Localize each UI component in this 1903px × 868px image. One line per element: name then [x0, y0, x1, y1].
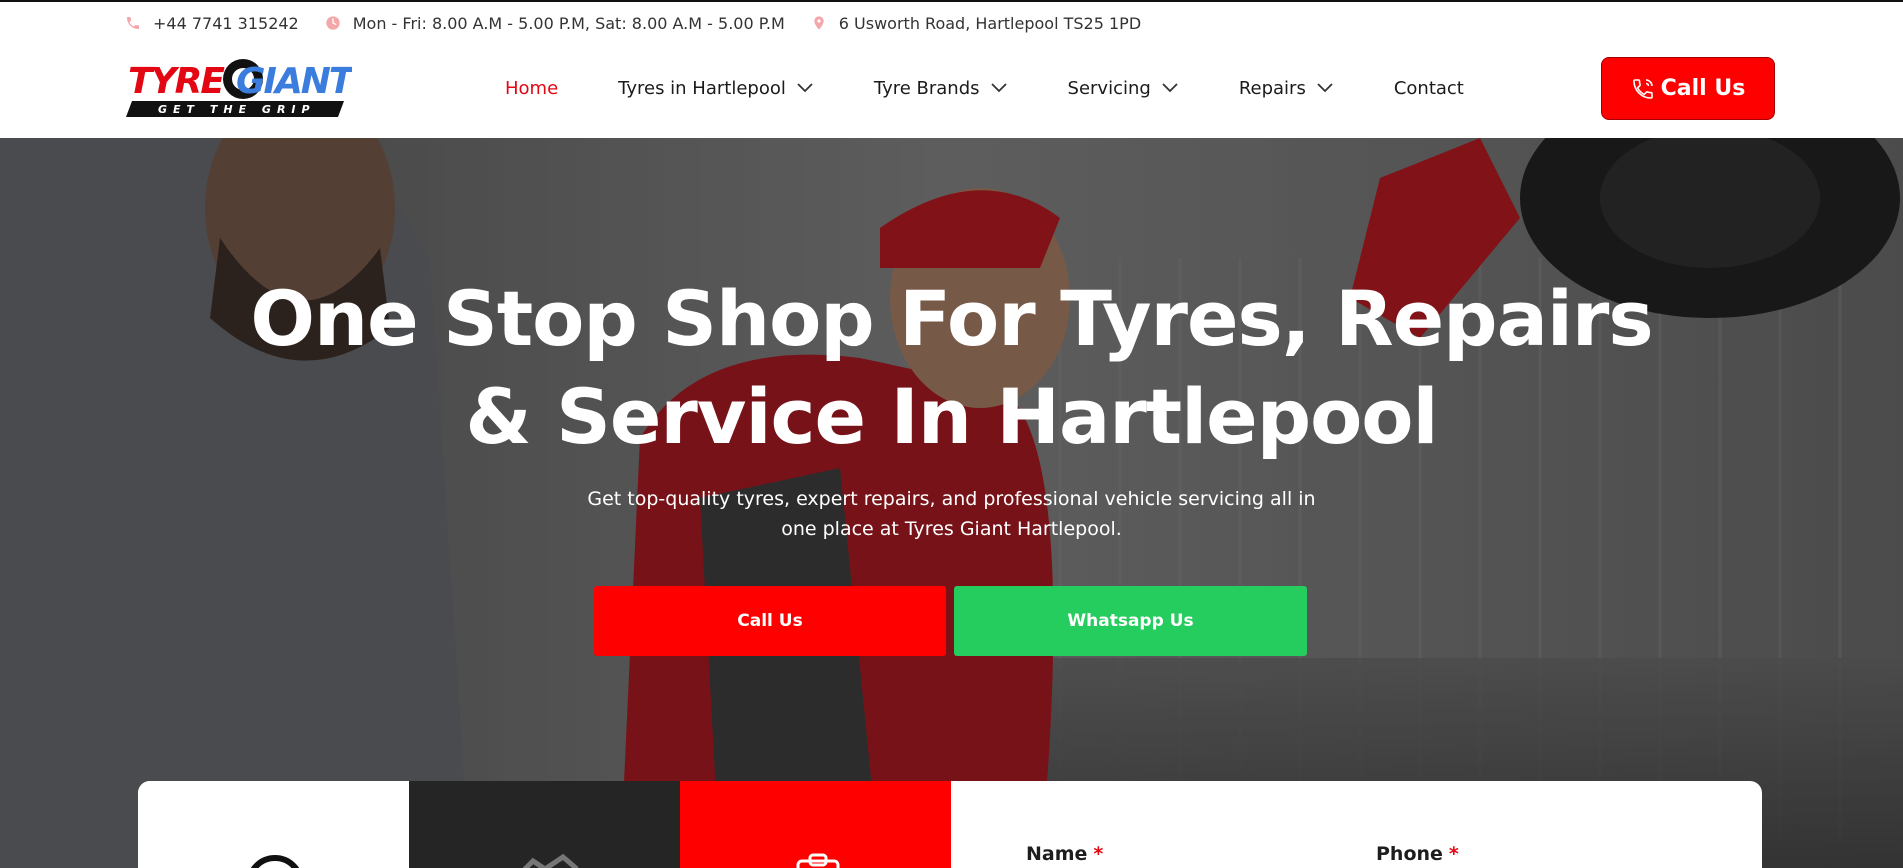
hours-info: Mon - Fri: 8.00 A.M - 5.00 P.M, Sat: 8.0…	[325, 14, 785, 33]
hero-call-us-button[interactable]: Call Us	[594, 586, 946, 656]
tyre-giant-logo[interactable]: TYRE GIANT GET THE GRIP	[126, 57, 352, 119]
logo-text-giant: GIANT	[236, 61, 352, 102]
top-info-bar-inner: +44 7741 315242 Mon - Fri: 8.00 A.M - 5.…	[125, 2, 1775, 45]
chevron-down-icon	[1162, 83, 1178, 93]
hero-subtitle-line-1: Get top-quality tyres, expert repairs, a…	[587, 488, 1316, 510]
nav-tyres-label: Tyres in Hartlepool	[618, 77, 786, 99]
chevron-down-icon	[990, 83, 1007, 93]
phone-info[interactable]: +44 7741 315242	[125, 14, 299, 33]
features-and-form-panel: Name * Phone *	[138, 781, 1762, 868]
tyre-icon	[250, 855, 300, 868]
location-pin-icon	[814, 16, 824, 30]
header-call-us-label: Call Us	[1660, 76, 1746, 101]
phone-label-text: Phone	[1376, 843, 1443, 865]
nav-tyre-brands-label: Tyre Brands	[873, 77, 980, 99]
feature-card-service[interactable]	[680, 781, 951, 868]
nav-tyres-in-hartlepool[interactable]: Tyres in Hartlepool	[618, 78, 814, 99]
address-text: 6 Usworth Road, Hartlepool TS25 1PD	[838, 13, 1142, 33]
address-info[interactable]: 6 Usworth Road, Hartlepool TS25 1PD	[811, 14, 1141, 33]
main-nav: Home Tyres in Hartlepool Tyre Brands Ser…	[505, 44, 1464, 132]
page: +44 7741 315242 Mon - Fri: 8.00 A.M - 5.…	[0, 0, 1903, 868]
clipboard-icon	[796, 853, 840, 868]
nav-contact-label: Contact	[1393, 77, 1464, 99]
nav-servicing[interactable]: Servicing	[1068, 78, 1179, 99]
phone-icon	[127, 17, 139, 29]
nav-contact[interactable]: Contact	[1394, 78, 1464, 99]
logo-graphic: TYRE GIANT GET THE GRIP	[126, 59, 352, 117]
required-mark: *	[1448, 843, 1459, 865]
hero-section: One Stop Shop For Tyres, Repairs & Servi…	[0, 138, 1903, 868]
name-label-text: Name	[1026, 843, 1088, 865]
top-info-bar: +44 7741 315242 Mon - Fri: 8.00 A.M - 5.…	[0, 0, 1903, 45]
site-header: TYRE GIANT GET THE GRIP Home Tyres in Ha…	[0, 44, 1903, 138]
phone-call-icon	[1632, 78, 1653, 99]
nav-servicing-label: Servicing	[1067, 77, 1151, 99]
nav-home-label: Home	[505, 77, 559, 99]
logo-tagline: GET THE GRIP	[158, 103, 316, 116]
hero-whatsapp-button[interactable]: Whatsapp Us	[954, 586, 1307, 656]
feature-card-repairs[interactable]	[409, 781, 680, 868]
hero-subtitle-line-2: one place at Tyres Giant Hartlepool.	[781, 518, 1122, 540]
hours-text: Mon - Fri: 8.00 A.M - 5.00 P.M, Sat: 8.0…	[352, 13, 785, 33]
chevron-down-icon	[1317, 83, 1333, 93]
header-call-us-button[interactable]: Call Us	[1601, 57, 1775, 120]
name-field-label: Name *	[1026, 843, 1103, 865]
feature-card-tyres[interactable]	[138, 781, 409, 868]
wrench-icon	[522, 853, 579, 868]
required-mark: *	[1093, 843, 1104, 865]
nav-repairs-label: Repairs	[1238, 77, 1306, 99]
hero-title-line-2: & Service In Hartlepool	[465, 372, 1438, 461]
phone-text: +44 7741 315242	[153, 13, 299, 33]
phone-field-label: Phone *	[1376, 843, 1459, 865]
hero-title-line-1: One Stop Shop For Tyres, Repairs	[250, 274, 1653, 363]
nav-home[interactable]: Home	[505, 78, 558, 99]
nav-tyre-brands[interactable]: Tyre Brands	[874, 78, 1008, 99]
chevron-down-icon	[797, 83, 813, 93]
hero-subtitle: Get top-quality tyres, expert repairs, a…	[555, 484, 1348, 544]
hero-title: One Stop Shop For Tyres, Repairs & Servi…	[220, 270, 1683, 466]
clock-icon	[326, 16, 340, 30]
logo-text-tyre: TYRE	[128, 61, 225, 102]
nav-repairs[interactable]: Repairs	[1239, 78, 1334, 99]
